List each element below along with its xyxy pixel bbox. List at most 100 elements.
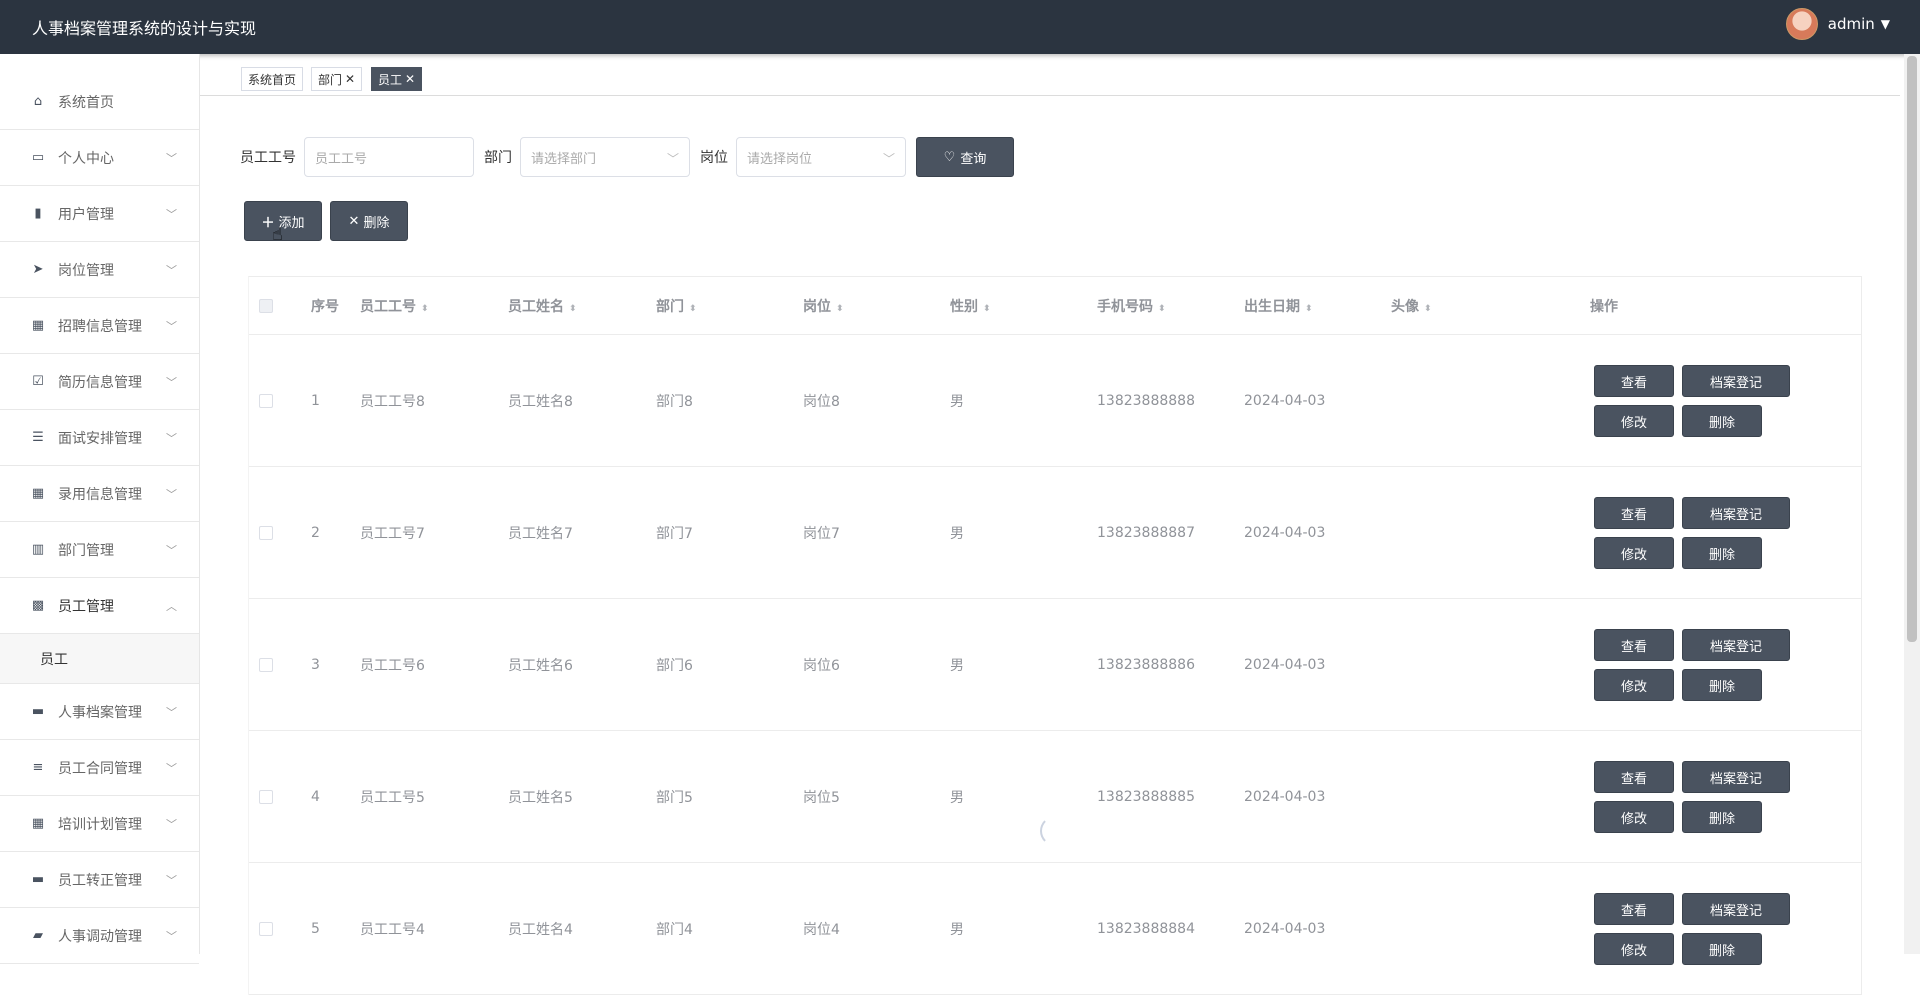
sidebar-item-archive[interactable]: ▬ 人事档案管理 ﹀ bbox=[0, 684, 199, 740]
view-button[interactable]: 查看 bbox=[1594, 761, 1674, 793]
username[interactable]: admin bbox=[1828, 15, 1875, 33]
archive-button[interactable]: 档案登记 bbox=[1682, 761, 1790, 793]
row-checkbox[interactable] bbox=[259, 525, 273, 540]
sidebar-item-label: 员工转正管理 bbox=[58, 872, 142, 889]
cell-emp-no: 员工工号5 bbox=[360, 789, 425, 806]
add-button[interactable]: ＋ 添加 bbox=[244, 201, 322, 241]
archive-button[interactable]: 档案登记 bbox=[1682, 893, 1790, 925]
header-post[interactable]: 岗位 ⬍ bbox=[803, 296, 844, 316]
delete-row-button[interactable]: 删除 bbox=[1682, 801, 1762, 833]
emp-no-input[interactable]: 员工工号 bbox=[304, 137, 474, 177]
hand-cursor-icon: ☝ bbox=[272, 224, 283, 245]
caret-down-icon[interactable]: ▼ bbox=[1881, 17, 1890, 31]
sliders-icon: ≡ bbox=[32, 760, 44, 775]
dept-label: 部门 bbox=[484, 150, 512, 166]
header-name[interactable]: 员工姓名 ⬍ bbox=[508, 296, 577, 316]
edit-button[interactable]: 修改 bbox=[1594, 669, 1674, 701]
delete-row-button[interactable]: 删除 bbox=[1682, 669, 1762, 701]
tab-bar: 系统首页 部门 ✕ 员工 ✕ bbox=[200, 54, 1900, 96]
sidebar-item-profile[interactable]: ▭ 个人中心 ﹀ bbox=[0, 130, 199, 186]
sidebar-item-training[interactable]: ▦ 培训计划管理 ﹀ bbox=[0, 796, 199, 852]
archive-button[interactable]: 档案登记 bbox=[1682, 629, 1790, 661]
delete-row-button[interactable]: 删除 bbox=[1682, 933, 1762, 965]
edit-button[interactable]: 修改 bbox=[1594, 801, 1674, 833]
chevron-down-icon: ﹀ bbox=[666, 152, 679, 166]
sidebar-item-users[interactable]: ▮ 用户管理 ﹀ bbox=[0, 186, 199, 242]
header-sex[interactable]: 性别 ⬍ bbox=[950, 296, 991, 316]
cell-dept: 部门8 bbox=[656, 393, 693, 410]
cell-post: 岗位8 bbox=[803, 393, 840, 410]
chevron-down-icon: ﹀ bbox=[166, 817, 177, 831]
sidebar-item-interview[interactable]: ☰ 面试安排管理 ﹀ bbox=[0, 410, 199, 466]
sidebar-item-hire[interactable]: ▦ 录用信息管理 ﹀ bbox=[0, 466, 199, 522]
row-checkbox[interactable] bbox=[259, 657, 273, 672]
sidebar-item-recruit[interactable]: ▦ 招聘信息管理 ﹀ bbox=[0, 298, 199, 354]
dept-placeholder: 请选择部门 bbox=[531, 151, 597, 167]
select-all-checkbox[interactable] bbox=[259, 298, 273, 313]
table-row: 5 员工工号4 员工姓名4 部门4 岗位4 男 13823888884 2024… bbox=[249, 863, 1861, 995]
row-checkbox[interactable] bbox=[259, 789, 273, 804]
query-button[interactable]: ♡ 查询 bbox=[916, 137, 1014, 177]
tab-dept[interactable]: 部门 ✕ bbox=[311, 67, 363, 91]
loading-spinner-icon bbox=[1040, 816, 1070, 846]
list-icon: ☰ bbox=[32, 430, 44, 445]
grid-icon: ▦ bbox=[31, 486, 45, 501]
row-checkbox[interactable] bbox=[259, 921, 273, 936]
cell-idx: 1 bbox=[311, 392, 320, 409]
dept-select[interactable]: 请选择部门 ﹀ bbox=[520, 137, 690, 177]
header-avatar[interactable]: 头像 ⬍ bbox=[1391, 296, 1432, 316]
sidebar-item-label: 岗位管理 bbox=[58, 262, 114, 279]
header-birth[interactable]: 出生日期 ⬍ bbox=[1244, 296, 1313, 316]
header-phone[interactable]: 手机号码 ⬍ bbox=[1097, 296, 1166, 316]
user-menu[interactable]: admin ▼ bbox=[1785, 8, 1890, 40]
sidebar-item-employees[interactable]: ▩ 员工管理 ︿ bbox=[0, 578, 199, 634]
sidebar-item-dept[interactable]: ▥ 部门管理 ﹀ bbox=[0, 522, 199, 578]
sidebar-item-posts[interactable]: ➤ 岗位管理 ﹀ bbox=[0, 242, 199, 298]
tab-home[interactable]: 系统首页 bbox=[241, 67, 304, 91]
table-row: 3 员工工号6 员工姓名6 部门6 岗位6 男 13823888886 2024… bbox=[249, 599, 1861, 731]
cell-name: 员工姓名8 bbox=[508, 393, 573, 410]
close-icon[interactable]: ✕ bbox=[345, 72, 355, 86]
clipboard-icon: ▮ bbox=[34, 206, 42, 221]
edit-button[interactable]: 修改 bbox=[1594, 405, 1674, 437]
post-select[interactable]: 请选择岗位 ﹀ bbox=[736, 137, 906, 177]
cell-idx: 2 bbox=[311, 524, 320, 541]
sidebar-item-transfer[interactable]: ▰ 人事调动管理 ﹀ bbox=[0, 908, 199, 964]
header-dept[interactable]: 部门 ⬍ bbox=[656, 296, 697, 316]
sidebar-item-label: 人事调动管理 bbox=[58, 928, 142, 945]
tab-employee[interactable]: 员工 ✕ bbox=[371, 67, 423, 91]
cell-name: 员工姓名4 bbox=[508, 921, 573, 938]
cell-name: 员工姓名7 bbox=[508, 525, 573, 542]
cell-sex: 男 bbox=[950, 657, 964, 674]
avatar[interactable] bbox=[1785, 8, 1818, 40]
view-button[interactable]: 查看 bbox=[1594, 893, 1674, 925]
sidebar-item-home[interactable]: ⌂ 系统首页 bbox=[0, 54, 199, 130]
edit-button[interactable]: 修改 bbox=[1594, 537, 1674, 569]
sidebar-item-contract[interactable]: ≡ 员工合同管理 ﹀ bbox=[0, 740, 199, 796]
delete-button[interactable]: ✕ 删除 bbox=[330, 201, 408, 241]
view-button[interactable]: 查看 bbox=[1594, 497, 1674, 529]
scrollbar-thumb[interactable] bbox=[1907, 56, 1917, 642]
row-checkbox[interactable] bbox=[259, 393, 273, 408]
view-button[interactable]: 查看 bbox=[1594, 365, 1674, 397]
edit-button[interactable]: 修改 bbox=[1594, 933, 1674, 965]
briefcase-icon: ▬ bbox=[31, 704, 45, 719]
sort-icon: ⬍ bbox=[1158, 303, 1166, 314]
header-emp-no[interactable]: 员工工号 ⬍ bbox=[360, 296, 429, 316]
sidebar-item-regular[interactable]: ▬ 员工转正管理 ﹀ bbox=[0, 852, 199, 908]
sidebar-subitem-employee[interactable]: 员工 bbox=[0, 634, 199, 684]
archive-button[interactable]: 档案登记 bbox=[1682, 497, 1790, 529]
chevron-down-icon: ﹀ bbox=[166, 375, 177, 389]
sidebar-item-label: 招聘信息管理 bbox=[58, 318, 142, 335]
cell-phone: 13823888887 bbox=[1097, 524, 1195, 541]
archive-button[interactable]: 档案登记 bbox=[1682, 365, 1790, 397]
close-icon[interactable]: ✕ bbox=[405, 72, 415, 86]
chevron-down-icon: ﹀ bbox=[166, 543, 177, 557]
delete-row-button[interactable]: 删除 bbox=[1682, 537, 1762, 569]
cell-phone: 13823888884 bbox=[1097, 920, 1195, 937]
scrollbar[interactable] bbox=[1904, 54, 1920, 954]
card-icon: ▭ bbox=[31, 150, 45, 165]
delete-row-button[interactable]: 删除 bbox=[1682, 405, 1762, 437]
view-button[interactable]: 查看 bbox=[1594, 629, 1674, 661]
sidebar-item-resume[interactable]: ☑ 简历信息管理 ﹀ bbox=[0, 354, 199, 410]
